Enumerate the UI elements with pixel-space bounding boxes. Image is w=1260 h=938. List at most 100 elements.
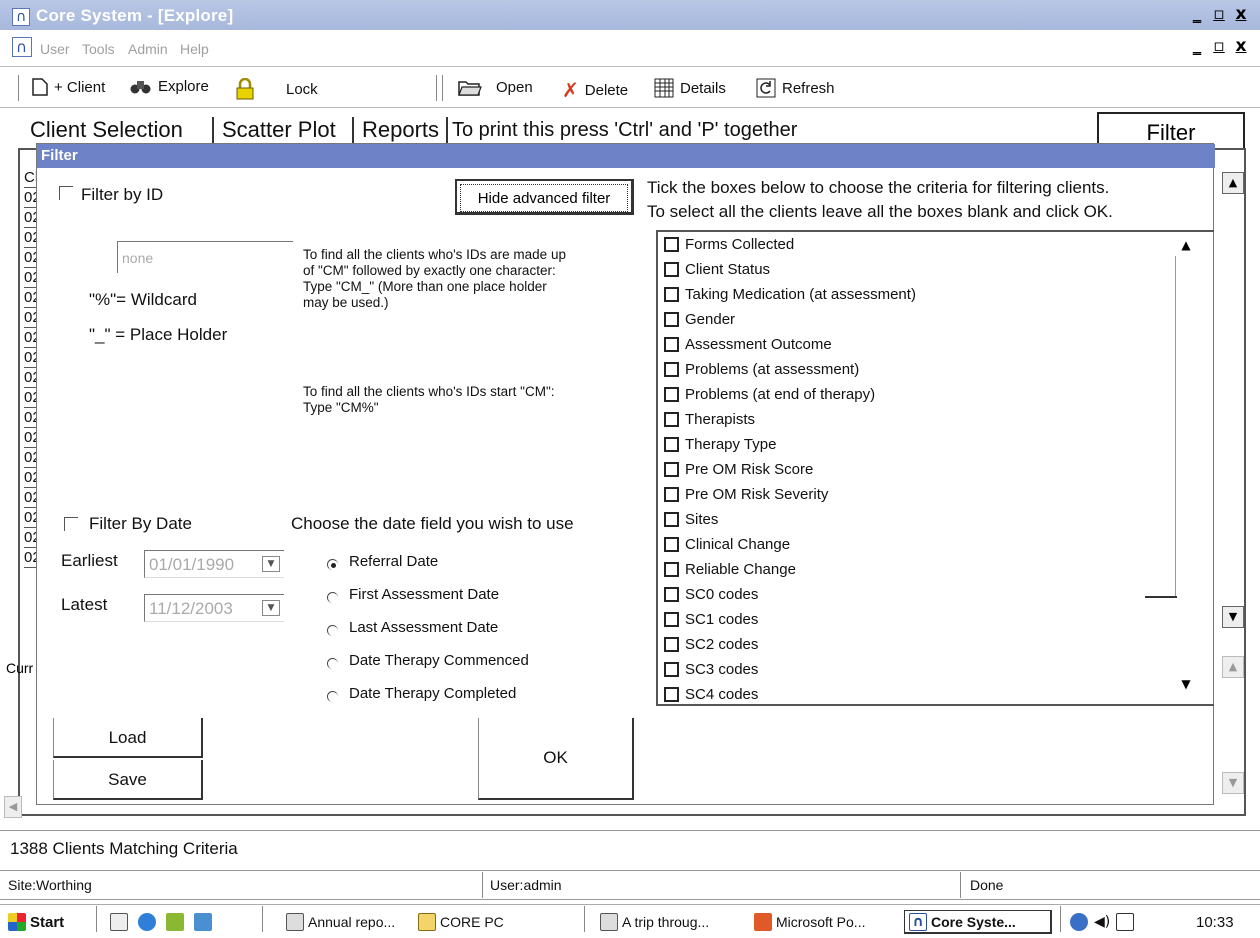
radio-label: First Assessment Date [349, 586, 500, 603]
id-filter-input[interactable]: none [117, 241, 293, 273]
chevron-down-icon[interactable]: ▼ [262, 600, 280, 616]
criteria-checkbox[interactable] [664, 612, 679, 627]
criteria-checkbox[interactable] [664, 487, 679, 502]
details-button[interactable]: Details [654, 78, 726, 98]
scroll-up-button[interactable]: ▲ [1222, 656, 1244, 678]
hide-advanced-filter-button[interactable]: Hide advanced filter [455, 179, 634, 215]
add-client-button[interactable]: + Client [32, 78, 105, 96]
criteria-scroll-down[interactable]: ▼ [1175, 674, 1197, 696]
criteria-item[interactable]: Client Status [664, 261, 770, 278]
menu-help[interactable]: Help [180, 41, 209, 57]
criteria-item[interactable]: Gender [664, 311, 735, 328]
criteria-item[interactable]: SC0 codes [664, 586, 758, 603]
document-icon[interactable]: ∩ [12, 37, 32, 57]
latest-date-select[interactable]: 11/12/2003 ▼ [144, 594, 284, 622]
criteria-item[interactable]: SC3 codes [664, 661, 758, 678]
quick-launch-icon[interactable] [166, 913, 184, 931]
maximize-button[interactable]: ▫ [1208, 4, 1230, 24]
criteria-item[interactable]: Assessment Outcome [664, 336, 832, 353]
chevron-down-icon[interactable]: ▼ [262, 556, 280, 572]
menu-admin[interactable]: Admin [128, 41, 168, 57]
menu-user[interactable]: User [40, 41, 70, 57]
criteria-item[interactable]: Forms Collected [664, 236, 794, 253]
taskbar-task[interactable]: CORE PC [418, 910, 568, 934]
criteria-checkbox[interactable] [664, 412, 679, 427]
toolbar: + Client Explore Lock Open ✗ Delete Deta… [0, 66, 1260, 108]
criteria-item[interactable]: Reliable Change [664, 561, 796, 578]
load-button[interactable]: Load [53, 718, 203, 758]
app-icon[interactable]: ∩ [12, 8, 30, 26]
lock-button[interactable]: Lock [234, 78, 318, 100]
scroll-down-button[interactable]: ▼ [1222, 772, 1244, 794]
criteria-item[interactable]: Problems (at end of therapy) [664, 386, 875, 403]
menu-tools[interactable]: Tools [82, 41, 115, 57]
criteria-item[interactable]: Sites [664, 511, 718, 528]
criteria-item[interactable]: Problems (at assessment) [664, 361, 859, 378]
criteria-item[interactable]: Therapists [664, 411, 755, 428]
ok-button[interactable]: OK [478, 718, 634, 800]
criteria-checkbox[interactable] [664, 362, 679, 377]
radio-date-therapy-completed[interactable] [327, 691, 338, 702]
criteria-checkbox[interactable] [664, 237, 679, 252]
save-button[interactable]: Save [53, 760, 203, 800]
filter-by-id-checkbox[interactable] [59, 186, 73, 200]
radio-referral-date[interactable] [327, 559, 338, 570]
criteria-checkbox[interactable] [664, 687, 679, 702]
network-icon[interactable] [1070, 913, 1088, 931]
quick-launch-icon[interactable] [110, 913, 128, 931]
criteria-item[interactable]: Pre OM Risk Score [664, 461, 813, 478]
filter-by-date-checkbox[interactable] [64, 517, 78, 531]
doc-minimize-button[interactable]: _ [1186, 36, 1208, 56]
criteria-item[interactable]: SC2 codes [664, 636, 758, 653]
task-label: A trip throug... [622, 914, 710, 930]
taskbar-task-active[interactable]: ∩ Core Syste... [904, 910, 1052, 934]
criteria-label: Problems (at end of therapy) [685, 386, 876, 403]
radio-first-assessment-date[interactable] [327, 592, 338, 603]
explore-button[interactable]: Explore [130, 78, 209, 95]
criteria-item[interactable]: Pre OM Risk Severity [664, 486, 828, 503]
earliest-date-select[interactable]: 01/01/1990 ▼ [144, 550, 284, 578]
minimize-button[interactable]: _ [1186, 4, 1208, 24]
criteria-checkbox[interactable] [664, 537, 679, 552]
criteria-checkbox[interactable] [664, 587, 679, 602]
open-button[interactable]: Open [458, 78, 533, 96]
refresh-button[interactable]: Refresh [756, 78, 835, 98]
criteria-item[interactable]: SC1 codes [664, 611, 758, 628]
criteria-scrollbar-track[interactable] [1175, 256, 1177, 596]
criteria-scroll-up[interactable]: ▲ [1175, 235, 1197, 257]
criteria-item[interactable]: SC4 codes [664, 686, 758, 703]
quick-launch-icon[interactable] [194, 913, 212, 931]
criteria-checkbox[interactable] [664, 337, 679, 352]
volume-icon[interactable]: ◀) [1094, 914, 1110, 930]
criteria-item[interactable]: Taking Medication (at assessment) [664, 286, 916, 303]
taskbar-task[interactable]: Annual repo... [286, 910, 414, 934]
quick-launch-icon[interactable] [138, 913, 156, 931]
criteria-checkbox[interactable] [664, 437, 679, 452]
radio-date-therapy-commenced[interactable] [327, 658, 338, 669]
scroll-up-button[interactable]: ▲ [1222, 172, 1244, 194]
delete-button[interactable]: ✗ Delete [562, 78, 628, 102]
criteria-scroll-thumb[interactable] [1145, 596, 1177, 598]
title-bar: ∩ Core System - [Explore] _ ▫ x [0, 0, 1260, 30]
criteria-checkbox[interactable] [664, 512, 679, 527]
criteria-item[interactable]: Therapy Type [664, 436, 776, 453]
doc-close-button[interactable]: x [1230, 36, 1252, 56]
criteria-checkbox[interactable] [664, 262, 679, 277]
taskbar-task[interactable]: Microsoft Po... [754, 910, 900, 934]
criteria-checkbox[interactable] [664, 662, 679, 677]
doc-restore-button[interactable]: ▫ [1208, 36, 1230, 56]
close-button[interactable]: x [1230, 4, 1252, 24]
tray-app-icon[interactable] [1116, 913, 1135, 931]
criteria-checkbox[interactable] [664, 312, 679, 327]
scroll-down-button[interactable]: ▼ [1222, 606, 1244, 628]
taskbar-task[interactable]: A trip throug... [600, 910, 750, 934]
criteria-checkbox[interactable] [664, 637, 679, 652]
criteria-checkbox[interactable] [664, 287, 679, 302]
radio-last-assessment-date[interactable] [327, 625, 338, 636]
criteria-checkbox[interactable] [664, 562, 679, 577]
criteria-item[interactable]: Clinical Change [664, 536, 790, 553]
criteria-checkbox[interactable] [664, 462, 679, 477]
criteria-checkbox[interactable] [664, 387, 679, 402]
scroll-left-button[interactable]: ◀ [4, 796, 22, 818]
start-button[interactable]: Start [8, 910, 64, 934]
